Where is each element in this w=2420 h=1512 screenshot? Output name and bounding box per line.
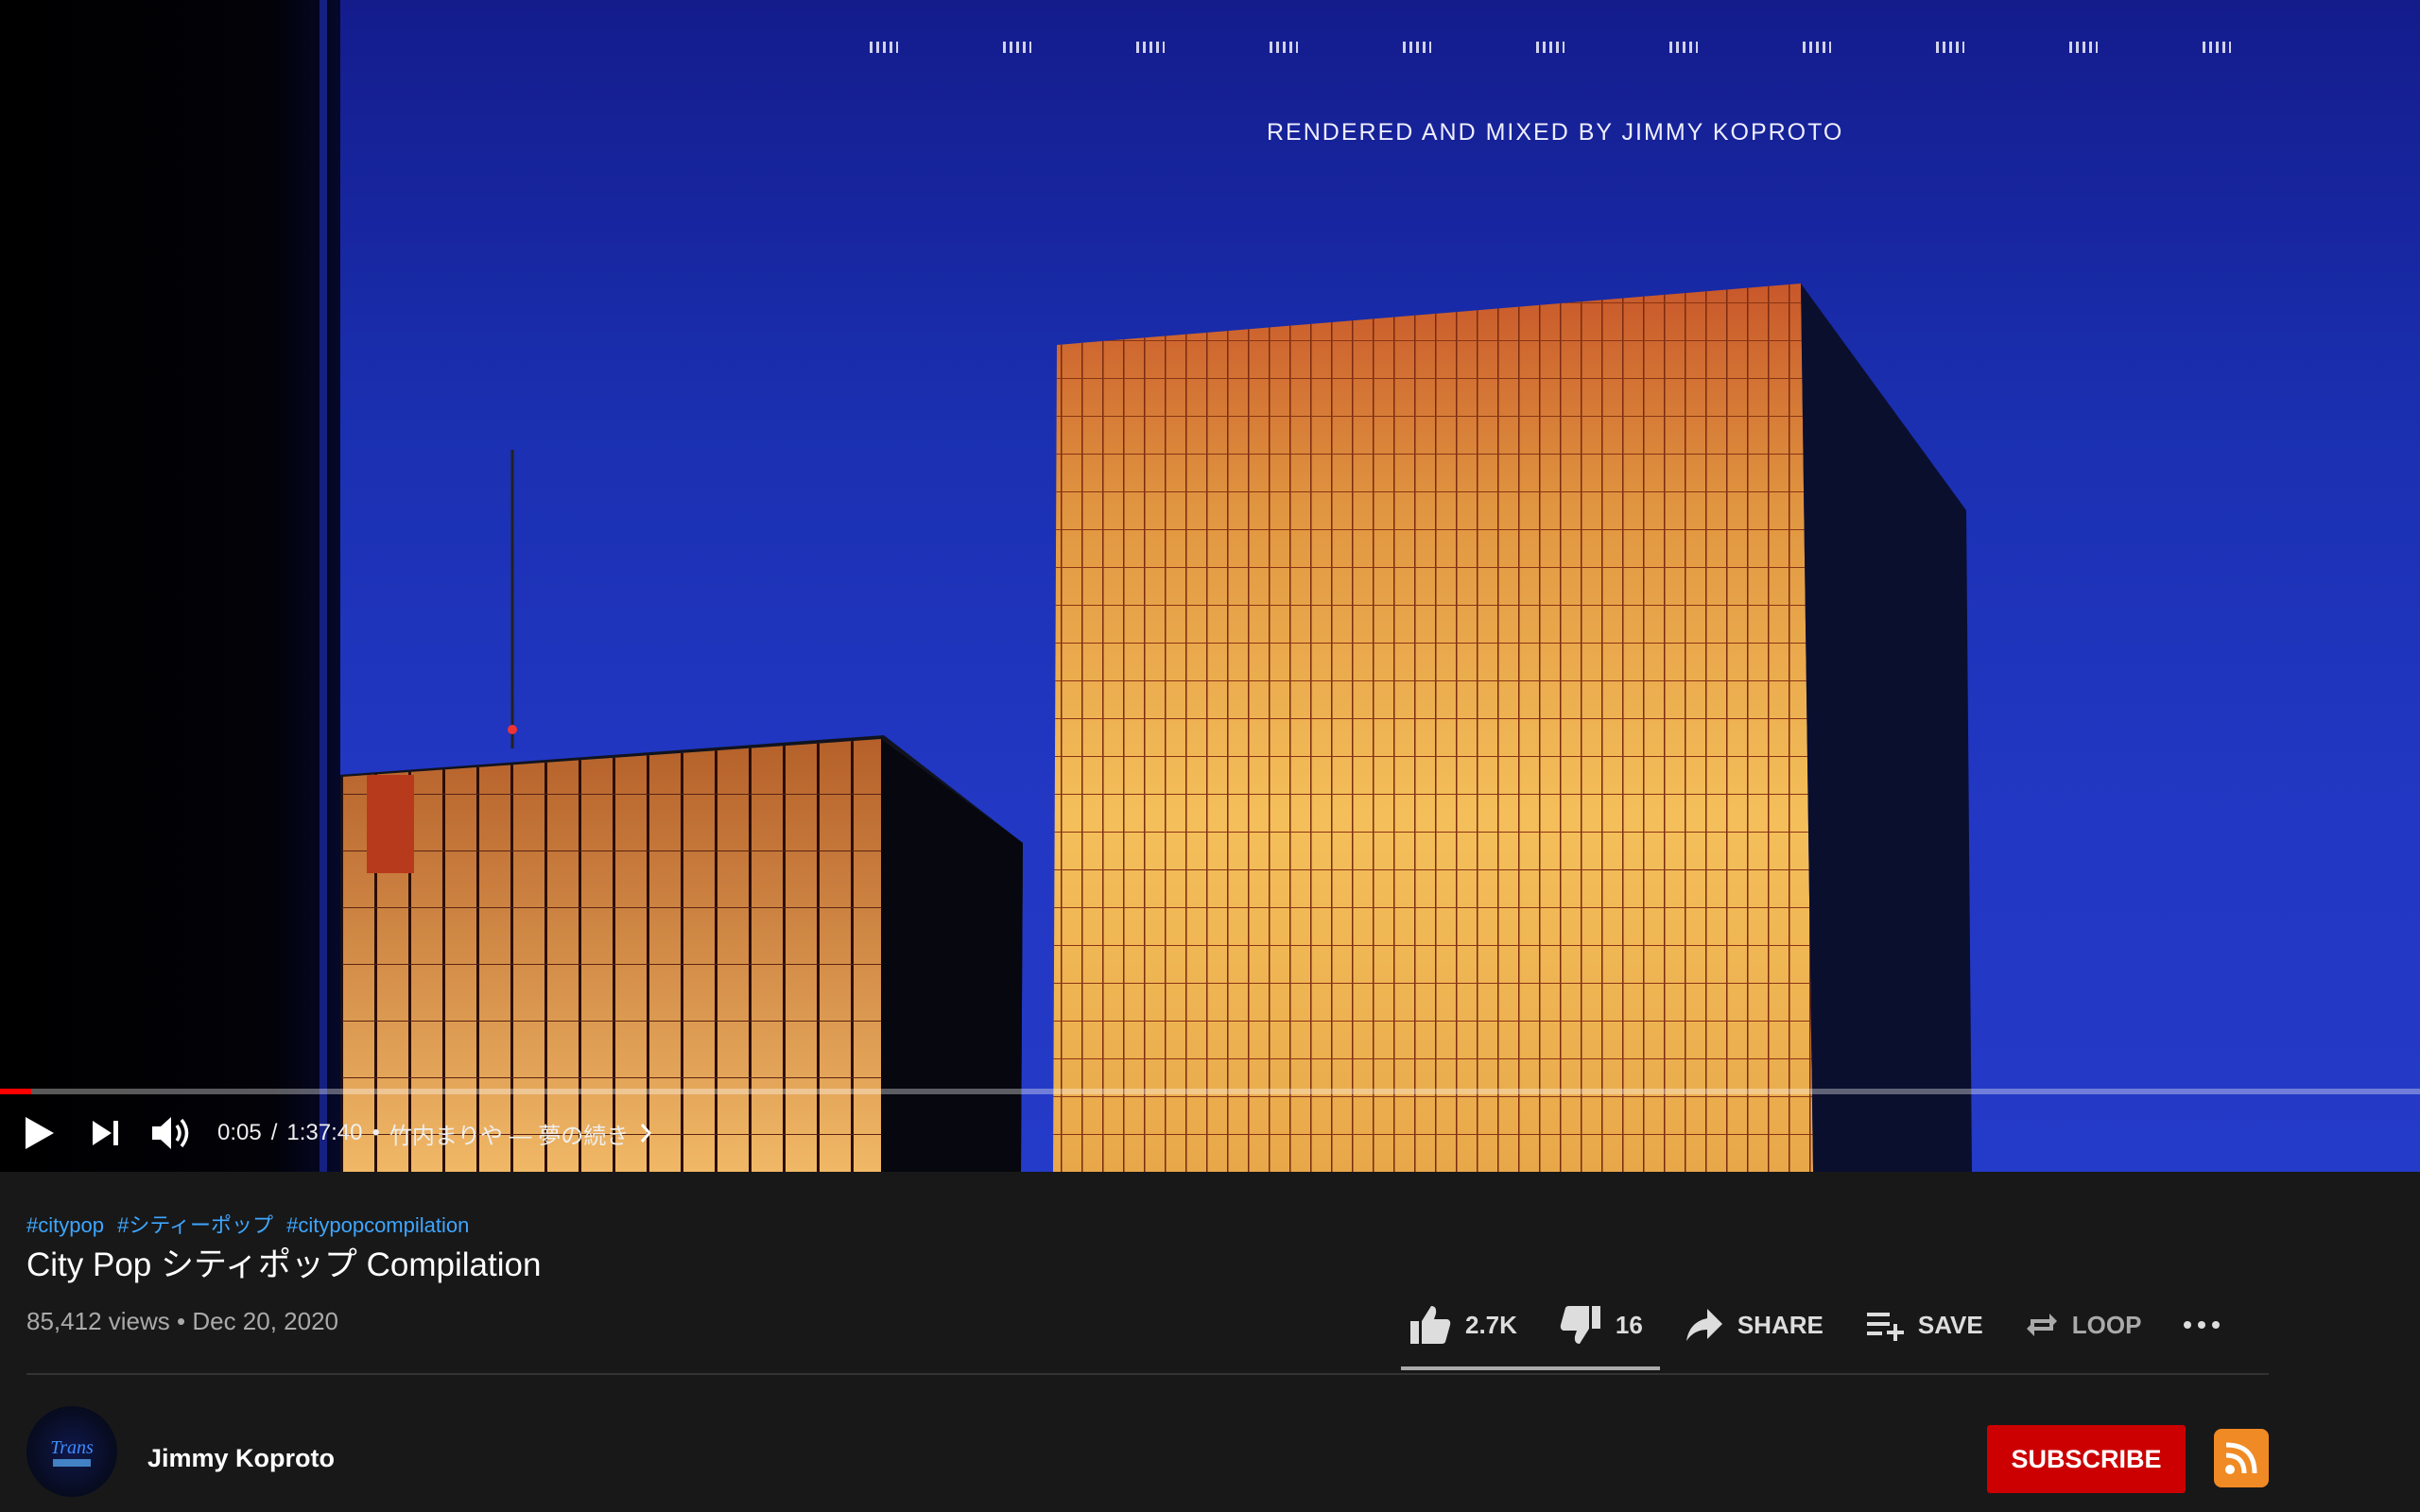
share-button[interactable]: SHARE	[1685, 1307, 1824, 1343]
skip-next-icon	[93, 1121, 118, 1145]
play-icon	[26, 1117, 54, 1149]
next-button[interactable]	[79, 1107, 132, 1160]
tracklist-strip	[870, 36, 2231, 59]
view-count: 85,412 views	[26, 1307, 170, 1335]
building-shadow	[0, 0, 340, 1172]
building-edge	[320, 0, 327, 1172]
subscribe-button[interactable]: SUBSCRIBE	[1987, 1425, 2186, 1493]
divider	[26, 1373, 2269, 1375]
dislike-button[interactable]: 16	[1559, 1304, 1643, 1346]
loop-button[interactable]: LOOP	[2025, 1308, 2142, 1342]
share-icon	[1685, 1309, 1722, 1341]
current-time: 0:05	[217, 1120, 262, 1145]
hashtag-link[interactable]: #シティーポップ	[117, 1213, 273, 1237]
dislike-count: 16	[1615, 1310, 1643, 1339]
action-bar: 2.7K 16 SHARE SAVE LOOP	[1409, 1295, 2221, 1355]
chapter-title[interactable]: 竹内まりや — 夢の続き	[389, 1117, 629, 1150]
chevron-right-icon[interactable]	[638, 1122, 653, 1144]
progress-bar[interactable]	[0, 1089, 2420, 1094]
chapter-bullet: •	[372, 1120, 380, 1145]
channel-avatar[interactable]: Trans	[26, 1406, 117, 1497]
rss-icon	[2225, 1442, 2257, 1474]
time-display: 0:05 / 1:37:40 • 竹内まりや — 夢の続き	[217, 1117, 653, 1150]
hashtag-link[interactable]: #citypop	[26, 1213, 104, 1237]
hashtags: #citypop #シティーポップ #citypopcompilation	[26, 1209, 476, 1239]
more-actions-button[interactable]	[2183, 1320, 2221, 1330]
duration: 1:37:40	[286, 1120, 363, 1145]
more-horizontal-icon	[2184, 1321, 2221, 1329]
save-label: SAVE	[1917, 1310, 1983, 1339]
video-player[interactable]: RENDERED AND MIXED BY JIMMY KOPROTO 0:05…	[0, 0, 2420, 1172]
like-dislike-ratio-bar	[1401, 1366, 1660, 1370]
video-credit-text: RENDERED AND MIXED BY JIMMY KOPROTO	[1267, 119, 1844, 146]
volume-icon	[152, 1117, 189, 1149]
loop-icon	[2026, 1314, 2057, 1336]
svg-text:Trans: Trans	[50, 1437, 94, 1458]
play-button[interactable]	[13, 1107, 66, 1160]
save-button[interactable]: SAVE	[1865, 1309, 1983, 1341]
playlist-add-icon	[1866, 1313, 1904, 1341]
progress-played	[0, 1089, 32, 1094]
loop-label: LOOP	[2071, 1310, 2142, 1339]
thumbs-up-icon	[1410, 1306, 1451, 1344]
hashtag-link[interactable]: #citypopcompilation	[286, 1213, 469, 1237]
video-title: City Pop シティポップ Compilation	[26, 1246, 542, 1283]
thumbs-down-icon	[1560, 1306, 1600, 1344]
time-separator: /	[270, 1120, 278, 1145]
video-frame	[338, 284, 1972, 1172]
like-button[interactable]: 2.7K	[1409, 1304, 1517, 1346]
like-count: 2.7K	[1465, 1310, 1517, 1339]
video-meta: 85,412 views • Dec 20, 2020	[26, 1307, 338, 1336]
volume-button[interactable]	[146, 1107, 199, 1160]
meta-dot: •	[177, 1307, 186, 1335]
player-controls: 0:05 / 1:37:40 • 竹内まりや — 夢の続き	[0, 1104, 2420, 1162]
channel-name[interactable]: Jimmy Koproto	[147, 1444, 335, 1473]
upload-date: Dec 20, 2020	[192, 1307, 339, 1335]
channel-logo-icon: Trans	[50, 1437, 94, 1467]
share-label: SHARE	[1737, 1310, 1824, 1339]
rss-button[interactable]	[2214, 1429, 2269, 1487]
